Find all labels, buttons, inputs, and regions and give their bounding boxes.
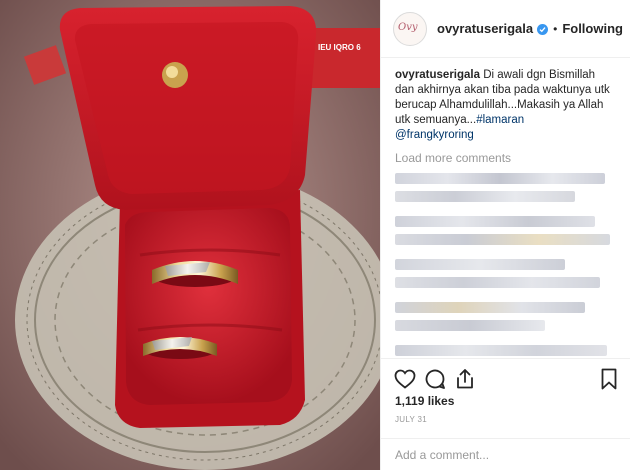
avatar[interactable]: Ovy	[393, 11, 427, 46]
blurred-comment	[395, 216, 595, 227]
blurred-comments	[395, 173, 617, 356]
post-header: Ovy ovyratuserigala • Following	[381, 0, 630, 58]
blurred-comment	[395, 345, 607, 356]
blurred-comment	[395, 277, 600, 288]
comment-icon[interactable]	[423, 367, 447, 391]
post-photo[interactable]: IEU IQRO 6	[0, 0, 380, 470]
action-icons	[393, 367, 621, 391]
ring-box-photo: IEU IQRO 6	[0, 0, 380, 470]
blurred-comment	[395, 259, 565, 270]
header-username[interactable]: ovyratuserigala	[437, 21, 533, 36]
caption: ovyratuserigala Di awali dgn Bismillah d…	[395, 68, 617, 143]
likes-count[interactable]: 1,119 likes	[395, 394, 454, 408]
following-button[interactable]: Following	[562, 21, 623, 36]
box-label: IEU IQRO 6	[318, 43, 361, 52]
blurred-comment	[395, 302, 585, 313]
blurred-comment	[395, 173, 605, 184]
post-date: JULY 31	[395, 415, 428, 424]
blurred-comment	[395, 320, 545, 331]
hashtag-link[interactable]: #lamaran	[476, 114, 524, 126]
blurred-comment	[395, 191, 575, 202]
load-more-comments-button[interactable]: Load more comments	[395, 151, 617, 165]
blurred-comment	[395, 234, 610, 245]
share-icon[interactable]	[453, 367, 477, 391]
bookmark-icon[interactable]	[597, 367, 621, 391]
post-side-panel: Ovy ovyratuserigala • Following ovyratus…	[380, 0, 630, 470]
caption-username[interactable]: ovyratuserigala	[395, 69, 480, 81]
comments-list[interactable]: ovyratuserigala Di awali dgn Bismillah d…	[381, 58, 630, 358]
header-separator: •	[553, 21, 558, 36]
add-comment-input[interactable]: Add a comment...	[381, 438, 630, 470]
heart-icon[interactable]	[393, 367, 417, 391]
post-actions: 1,119 likes JULY 31	[381, 358, 630, 438]
mention-link[interactable]: @frangkyroring	[395, 129, 474, 141]
verified-badge-icon	[537, 24, 549, 35]
